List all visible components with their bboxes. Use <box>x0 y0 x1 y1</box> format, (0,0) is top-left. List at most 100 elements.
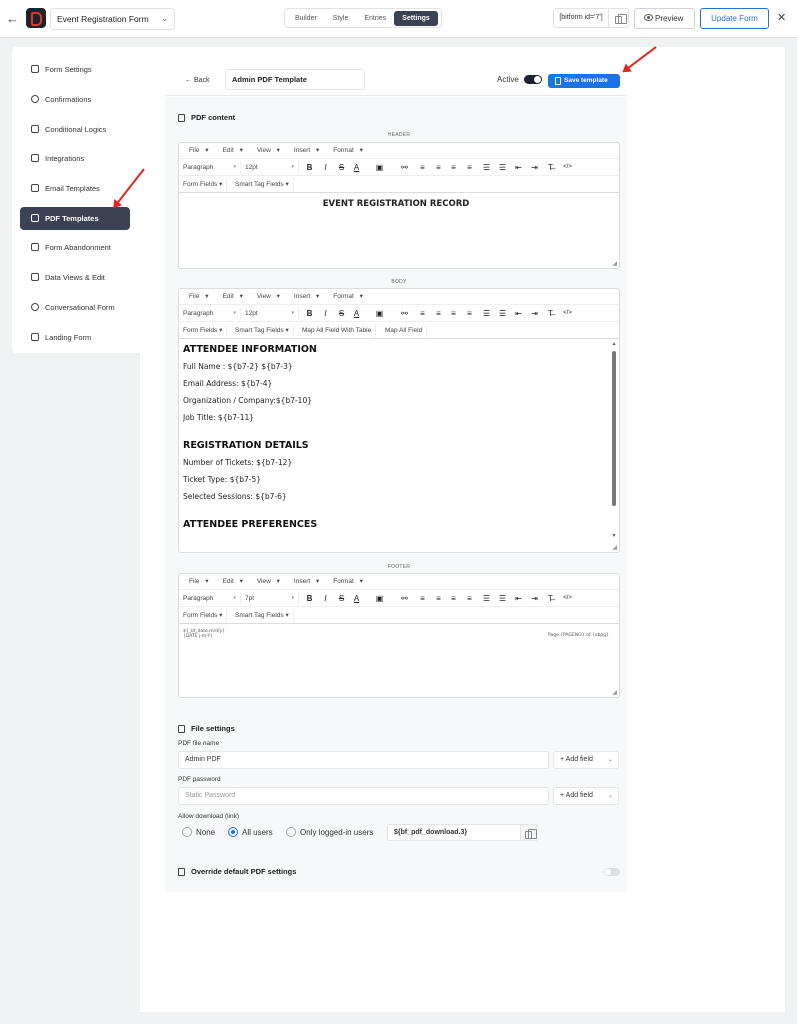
radio-button[interactable] <box>286 827 296 837</box>
download-option-all-users[interactable]: All users <box>228 827 273 838</box>
scroll-down-icon[interactable]: ▼ <box>611 533 617 539</box>
update-form-button[interactable]: Update Form <box>700 8 769 29</box>
bold-icon[interactable]: B <box>304 592 315 605</box>
sidebar-item-confirmations[interactable]: Confirmations <box>20 88 130 111</box>
menu-insert[interactable]: Insert ▾ <box>284 143 323 158</box>
smart-tag-fields-button[interactable]: Smart Tag Fields ▾ <box>231 609 294 622</box>
map-all-field-with-table-button[interactable]: Map All Field With Table <box>298 324 377 337</box>
form-fields-button[interactable]: Form Fields ▾ <box>179 324 228 337</box>
source-code-icon[interactable]: </> <box>562 592 573 605</box>
italic-icon[interactable]: I <box>320 307 331 320</box>
clear-format-icon[interactable]: T̶ <box>545 161 556 174</box>
map-all-field-button[interactable]: Map All Field <box>381 324 428 337</box>
menu-view[interactable]: View ▾ <box>247 574 284 589</box>
menu-view[interactable]: View ▾ <box>247 289 284 304</box>
pdf-password-input[interactable]: Static Password <box>178 787 549 805</box>
sidebar-item-pdf-templates[interactable]: PDF Templates <box>20 207 130 230</box>
menu-format[interactable]: Format ▾ <box>323 574 367 589</box>
numbered-list-icon[interactable]: ☰ <box>481 161 492 174</box>
italic-icon[interactable]: I <box>320 161 331 174</box>
bullet-list-icon[interactable]: ☰ <box>497 592 508 605</box>
link-icon[interactable]: ⚯ <box>399 592 410 605</box>
align-justify-icon[interactable]: ≡ <box>464 307 475 320</box>
download-option-none[interactable]: None <box>182 827 215 838</box>
body-scrollbar[interactable]: ▲ ▼ <box>611 341 617 539</box>
sidebar-item-landing-form[interactable]: Landing Form <box>20 326 130 349</box>
menu-file[interactable]: File ▾ <box>179 289 213 304</box>
menu-file[interactable]: File ▾ <box>179 143 213 158</box>
bullet-list-icon[interactable]: ☰ <box>497 307 508 320</box>
highlight-icon[interactable]: ▣ <box>374 307 385 320</box>
clear-format-icon[interactable]: T̶ <box>545 307 556 320</box>
menu-edit[interactable]: Edit ▾ <box>213 289 247 304</box>
align-right-icon[interactable]: ≡ <box>448 592 459 605</box>
indent-icon[interactable]: ⇥ <box>529 307 540 320</box>
align-justify-icon[interactable]: ≡ <box>464 592 475 605</box>
source-code-icon[interactable]: </> <box>562 161 573 174</box>
resize-handle-icon[interactable]: ◢ <box>612 260 617 267</box>
align-left-icon[interactable]: ≡ <box>417 592 428 605</box>
indent-icon[interactable]: ⇥ <box>529 161 540 174</box>
header-editor-content[interactable]: EVENT REGISTRATION RECORD <box>183 193 609 253</box>
copy-download-shortcode-button[interactable] <box>521 824 537 841</box>
strikethrough-icon[interactable]: S <box>336 592 347 605</box>
menu-format[interactable]: Format ▾ <box>323 289 367 304</box>
link-icon[interactable]: ⚯ <box>399 307 410 320</box>
highlight-icon[interactable]: ▣ <box>374 161 385 174</box>
menu-insert[interactable]: Insert ▾ <box>284 289 323 304</box>
font-size-select[interactable]: 12pt ▾ <box>241 307 299 320</box>
menu-edit[interactable]: Edit ▾ <box>213 574 247 589</box>
override-toggle[interactable] <box>604 868 620 876</box>
numbered-list-icon[interactable]: ☰ <box>481 592 492 605</box>
italic-icon[interactable]: I <box>320 592 331 605</box>
back-link[interactable]: ← Back <box>185 77 210 84</box>
link-icon[interactable]: ⚯ <box>399 161 410 174</box>
text-color-icon[interactable]: A <box>351 307 362 320</box>
sidebar-item-form-abandonment[interactable]: Form Abandonment <box>20 236 130 259</box>
align-center-icon[interactable]: ≡ <box>433 592 444 605</box>
add-field-select[interactable]: + Add field ⌄ <box>553 787 619 805</box>
bold-icon[interactable]: B <box>304 307 315 320</box>
footer-editor-content[interactable]: ${_bf_date.m/d/y} {DATE j-m-Y} Page {PAG… <box>183 624 609 682</box>
form-fields-button[interactable]: Form Fields ▾ <box>179 178 228 191</box>
tab-builder[interactable]: Builder <box>287 11 325 26</box>
font-size-select[interactable]: 7pt ▾ <box>241 592 299 605</box>
align-left-icon[interactable]: ≡ <box>417 307 428 320</box>
outdent-icon[interactable]: ⇤ <box>513 161 524 174</box>
smart-tag-fields-button[interactable]: Smart Tag Fields ▾ <box>231 178 294 191</box>
menu-edit[interactable]: Edit ▾ <box>213 143 247 158</box>
source-code-icon[interactable]: </> <box>562 307 573 320</box>
menu-file[interactable]: File ▾ <box>179 574 213 589</box>
sidebar-item-conditional-logics[interactable]: Conditional Logics <box>20 118 130 141</box>
resize-handle-icon[interactable]: ◢ <box>612 689 617 696</box>
preview-button[interactable]: Preview <box>634 8 695 29</box>
download-option-logged-in[interactable]: Only logged-in users <box>286 827 373 838</box>
scroll-up-icon[interactable]: ▲ <box>611 341 617 347</box>
close-icon[interactable]: ✕ <box>777 11 786 24</box>
highlight-icon[interactable]: ▣ <box>374 592 385 605</box>
sidebar-item-email-templates[interactable]: Email Templates <box>20 177 130 200</box>
radio-button[interactable] <box>182 827 192 837</box>
menu-format[interactable]: Format ▾ <box>323 143 367 158</box>
smart-tag-fields-button[interactable]: Smart Tag Fields ▾ <box>231 324 294 337</box>
sidebar-item-integrations[interactable]: Integrations <box>20 147 130 170</box>
sidebar-item-data-views[interactable]: Data Views & Edit <box>20 266 130 289</box>
bullet-list-icon[interactable]: ☰ <box>497 161 508 174</box>
align-center-icon[interactable]: ≡ <box>433 307 444 320</box>
pdf-file-name-input[interactable]: Admin PDF <box>178 751 549 769</box>
radio-button[interactable] <box>228 827 238 837</box>
active-toggle[interactable] <box>524 75 542 84</box>
text-color-icon[interactable]: A <box>351 592 362 605</box>
sidebar-item-form-settings[interactable]: Form Settings <box>20 58 130 81</box>
sidebar-item-conversational-form[interactable]: Conversational Form <box>20 296 130 319</box>
align-right-icon[interactable]: ≡ <box>448 307 459 320</box>
clear-format-icon[interactable]: T̶ <box>545 592 556 605</box>
outdent-icon[interactable]: ⇤ <box>513 592 524 605</box>
tab-style[interactable]: Style <box>325 11 357 26</box>
align-justify-icon[interactable]: ≡ <box>464 161 475 174</box>
block-format-select[interactable]: Paragraph ▾ <box>179 307 241 320</box>
outdent-icon[interactable]: ⇤ <box>513 307 524 320</box>
font-size-select[interactable]: 12pt ▾ <box>241 161 299 174</box>
align-center-icon[interactable]: ≡ <box>433 161 444 174</box>
tab-settings[interactable]: Settings <box>394 10 438 26</box>
